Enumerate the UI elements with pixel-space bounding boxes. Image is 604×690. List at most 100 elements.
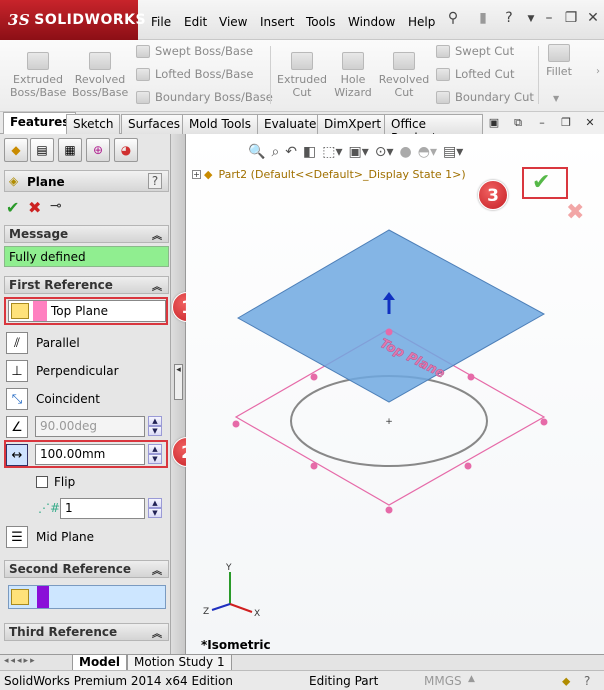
spin-up-icon[interactable]: ▲ bbox=[148, 498, 162, 508]
third-reference-section-header[interactable]: Third Reference ︽ bbox=[4, 623, 169, 641]
ok-checkmark-icon[interactable]: ✔ bbox=[6, 198, 19, 217]
coincident-label: Coincident bbox=[36, 392, 100, 406]
property-manager-tab[interactable]: ▤ bbox=[30, 138, 54, 162]
status-units[interactable]: MMGS bbox=[424, 674, 462, 688]
flip-label: Flip bbox=[54, 475, 76, 489]
help-button[interactable]: ? bbox=[148, 173, 162, 189]
revolved-boss-button[interactable]: Revolved Boss/Base bbox=[72, 52, 128, 99]
fillet-button[interactable]: Fillet bbox=[542, 44, 576, 78]
boundary-cut-button[interactable]: Boundary Cut bbox=[436, 90, 534, 104]
doc-restore-icon[interactable]: ⧉ bbox=[510, 116, 526, 131]
angle-option[interactable]: ∠ bbox=[6, 416, 36, 438]
collapse-chevron-icon[interactable]: ︽ bbox=[152, 562, 162, 577]
traffic-light-icon[interactable]: ▮ bbox=[474, 10, 492, 28]
fillet-dropdown-icon[interactable]: ▼ bbox=[553, 94, 559, 103]
minimize-app-icon[interactable]: – bbox=[540, 10, 558, 28]
help-icon[interactable]: ? bbox=[500, 10, 518, 28]
tab-dimxpert[interactable]: DimXpert bbox=[317, 114, 389, 134]
collapse-chevron-icon[interactable]: ︽ bbox=[152, 625, 162, 640]
boundary-boss-button[interactable]: Boundary Boss/Base bbox=[136, 90, 273, 104]
tile-window-icon[interactable]: ▣ bbox=[486, 116, 502, 131]
angle-spinner[interactable]: ▲ ▼ bbox=[148, 416, 162, 437]
tab-scroll-arrows-icon[interactable]: ◂◂◂▸▸ bbox=[4, 656, 37, 666]
mid-plane-icon: ☰ bbox=[6, 526, 28, 548]
graphics-area[interactable]: 🔍 ⌕ ↶ ◧ ⬚▾ ▣▾ ⊙▾ ● ◓▾ ▤▾ + ◆ Part2 (Defa… bbox=[186, 134, 604, 654]
swept-boss-button[interactable]: Swept Boss/Base bbox=[136, 44, 253, 58]
solidworks-logo[interactable]: 3S SOLIDWORKS bbox=[0, 0, 146, 40]
plane-handle[interactable] bbox=[232, 420, 240, 428]
menu-window[interactable]: Window bbox=[348, 15, 395, 29]
menu-edit[interactable]: Edit bbox=[184, 15, 207, 29]
configuration-icon: ▦ bbox=[64, 143, 76, 157]
extruded-cut-button[interactable]: Extruded Cut bbox=[276, 52, 328, 99]
plane-handle[interactable] bbox=[464, 462, 472, 470]
plane-handle[interactable] bbox=[310, 373, 318, 381]
tab-surfaces[interactable]: Surfaces bbox=[121, 114, 187, 134]
status-help-icon[interactable]: ? bbox=[584, 674, 590, 688]
first-reference-section-header[interactable]: First Reference ︽ bbox=[4, 276, 169, 294]
tab-evaluate[interactable]: Evaluate bbox=[257, 114, 324, 134]
mid-plane-label: Mid Plane bbox=[36, 530, 95, 544]
message-section-header[interactable]: Message ︽ bbox=[4, 225, 169, 243]
tab-sketch[interactable]: Sketch bbox=[66, 114, 121, 134]
plane-handle[interactable] bbox=[467, 373, 475, 381]
ribbon-scroll-icon[interactable]: › bbox=[596, 66, 600, 77]
pin-icon[interactable]: ⚲ bbox=[444, 10, 462, 28]
plane-handle[interactable] bbox=[385, 328, 393, 336]
menu-help[interactable]: Help bbox=[408, 15, 435, 29]
collapse-chevron-icon[interactable]: ︽ bbox=[152, 278, 162, 293]
collapse-chevron-icon[interactable]: ︽ bbox=[152, 227, 162, 242]
restore-app-icon[interactable]: ❐ bbox=[562, 10, 580, 28]
menu-tools[interactable]: Tools bbox=[306, 15, 336, 29]
new-plane-preview[interactable] bbox=[236, 229, 546, 403]
revolved-cut-button[interactable]: Revolved Cut bbox=[378, 52, 430, 99]
cancel-x-icon[interactable]: ✖ bbox=[28, 198, 41, 217]
command-tabs: Features Sketch Surfaces Mold Tools Eval… bbox=[0, 112, 483, 145]
keep-visible-pin-icon[interactable]: ⊸ bbox=[50, 198, 62, 214]
plane-handle[interactable] bbox=[385, 506, 393, 514]
configuration-manager-tab[interactable]: ▦ bbox=[58, 138, 82, 162]
menu-view[interactable]: View bbox=[219, 15, 247, 29]
extruded-boss-button[interactable]: Extruded Boss/Base bbox=[10, 52, 66, 99]
plane-handle[interactable] bbox=[310, 462, 318, 470]
menu-insert[interactable]: Insert bbox=[260, 15, 294, 29]
plane-handle[interactable] bbox=[540, 418, 548, 426]
display-manager-tab[interactable]: ◕ bbox=[114, 138, 138, 162]
hole-wizard-button[interactable]: Hole Wizard bbox=[330, 52, 376, 99]
lofted-cut-button[interactable]: Lofted Cut bbox=[436, 67, 514, 81]
feature-manager-tab[interactable]: ◆ bbox=[4, 138, 28, 162]
spin-up-icon[interactable]: ▲ bbox=[148, 416, 162, 426]
flip-checkbox[interactable] bbox=[36, 476, 48, 488]
tab-office-products[interactable]: Office Products bbox=[384, 114, 483, 145]
count-spinner[interactable]: ▲ ▼ bbox=[148, 498, 162, 519]
perpendicular-option[interactable]: ⊥ Perpendicular bbox=[6, 360, 119, 382]
swept-cut-button[interactable]: Swept Cut bbox=[436, 44, 514, 58]
tab-motion-study-1[interactable]: Motion Study 1 bbox=[127, 655, 232, 671]
coincident-option[interactable]: ⤡ Coincident bbox=[6, 388, 100, 410]
second-reference-section-header[interactable]: Second Reference ︽ bbox=[4, 560, 169, 578]
doc-close-icon[interactable]: ✕ bbox=[582, 116, 598, 131]
second-reference-selection-box[interactable] bbox=[8, 585, 166, 609]
number-of-planes-input[interactable]: 1 bbox=[60, 498, 145, 519]
tab-mold-tools[interactable]: Mold Tools bbox=[182, 114, 259, 134]
dimxpert-manager-tab[interactable]: ⊕ bbox=[86, 138, 110, 162]
menu-file[interactable]: File bbox=[151, 15, 171, 29]
panel-splitter[interactable]: ◂ bbox=[171, 134, 186, 654]
status-tag-icon[interactable]: ⬥ bbox=[562, 674, 570, 689]
model-scene[interactable]: + Top Plane Y X Z bbox=[186, 134, 604, 654]
lofted-boss-button[interactable]: Lofted Boss/Base bbox=[136, 67, 253, 81]
parallel-option[interactable]: ⫽ Parallel bbox=[6, 332, 80, 354]
help-dropdown-icon[interactable]: ▼ bbox=[522, 14, 540, 32]
second-reference-header-label: Second Reference bbox=[9, 562, 132, 576]
status-units-dropdown-icon[interactable]: ▲ bbox=[468, 674, 475, 684]
doc-minimize-icon[interactable]: – bbox=[534, 116, 550, 131]
mid-plane-option[interactable]: ☰ Mid Plane bbox=[6, 526, 94, 548]
spin-down-icon[interactable]: ▼ bbox=[148, 508, 162, 518]
flip-option[interactable]: Flip bbox=[36, 475, 75, 489]
tab-model[interactable]: Model bbox=[72, 655, 128, 671]
doc-maximize-icon[interactable]: ❐ bbox=[558, 116, 574, 131]
spin-down-icon[interactable]: ▼ bbox=[148, 426, 162, 436]
angle-input[interactable]: 90.00deg bbox=[35, 416, 145, 437]
collapse-panel-handle[interactable]: ◂ bbox=[174, 364, 183, 400]
close-app-icon[interactable]: ✕ bbox=[584, 10, 602, 28]
